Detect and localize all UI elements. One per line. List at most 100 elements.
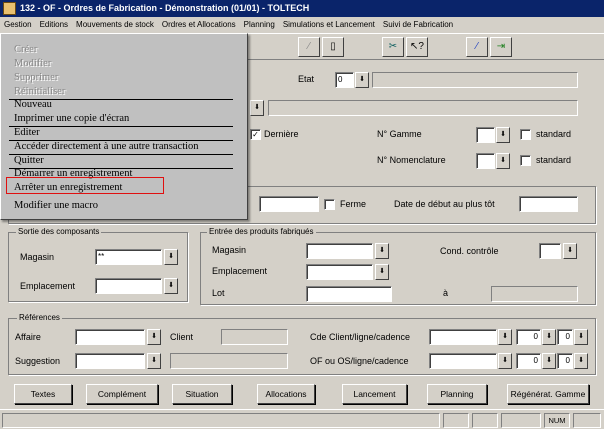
cond-controle-field[interactable] xyxy=(539,243,561,259)
ref-description xyxy=(268,100,578,116)
wand-icon[interactable]: ⁄ xyxy=(466,37,488,57)
cde-dropdown-icon[interactable]: ⬇ xyxy=(498,329,512,345)
menu-item-acceder[interactable]: Accéder directement à une autre transact… xyxy=(14,140,199,153)
references-title: Références xyxy=(17,313,62,322)
affaire-field[interactable] xyxy=(75,329,145,345)
derniere-checkbox[interactable]: ✓ xyxy=(250,129,261,140)
debut-label: Date de début au plus tôt xyxy=(394,199,495,209)
sortie-magasin-field[interactable]: ** xyxy=(95,249,162,265)
cde-field[interactable] xyxy=(429,329,497,345)
sortie-magasin-dropdown-icon[interactable]: ⬇ xyxy=(164,249,178,265)
nomenclature-label: N° Nomenclature xyxy=(377,155,446,165)
status-cell-2 xyxy=(472,413,498,428)
menu-simulations[interactable]: Simulations et Lancement xyxy=(279,17,379,32)
ref-dropdown-icon[interactable]: ⬇ xyxy=(250,100,264,116)
etat-label: Etat xyxy=(298,74,315,84)
situation-button[interactable]: Situation xyxy=(172,384,232,404)
window-title: 132 - OF - Ordres de Fabrication - Démon… xyxy=(20,3,310,13)
lot-field[interactable] xyxy=(306,286,392,302)
status-cell-5 xyxy=(573,413,601,428)
exit-door-icon[interactable]: ⇥ xyxy=(490,37,512,57)
menu-bar: Gestion Editions Mouvements de stock Ord… xyxy=(0,17,604,32)
allocations-button[interactable]: Allocations xyxy=(257,384,315,404)
sortie-emplacement-label: Emplacement xyxy=(20,281,76,291)
client-label: Client xyxy=(170,332,194,342)
menu-ordres-allocations[interactable]: Ordres et Allocations xyxy=(158,17,240,32)
of-line-dropdown-icon[interactable]: ⬇ xyxy=(542,353,556,369)
sortie-magasin-label: Magasin xyxy=(20,252,55,262)
menu-separator xyxy=(9,126,233,127)
menu-item-modifier: Modifier xyxy=(14,58,52,69)
gamme-standard-checkbox[interactable] xyxy=(520,129,531,140)
entree-emplacement-label: Emplacement xyxy=(212,266,268,276)
app-icon xyxy=(3,2,16,15)
status-cell-1 xyxy=(443,413,469,428)
title-bar: 132 - OF - Ordres de Fabrication - Démon… xyxy=(0,0,604,17)
of-label: OF ou OS/ligne/cadence xyxy=(310,356,409,366)
menu-item-arreter[interactable]: Arrêter un enregistrement xyxy=(14,181,122,194)
context-menu: Créer Modifier Supprimer Réinitialiser N… xyxy=(0,33,248,220)
menu-editions[interactable]: Editions xyxy=(36,17,72,32)
cde-cad-dropdown-icon[interactable]: ⬇ xyxy=(574,329,588,345)
menu-planning[interactable]: Planning xyxy=(240,17,279,32)
menu-item-editer[interactable]: Editer xyxy=(14,126,40,139)
complement-button[interactable]: Complément xyxy=(86,384,158,404)
debut-field[interactable] xyxy=(519,196,578,212)
nomenclature-standard-label: standard xyxy=(536,155,572,165)
sortie-emplacement-dropdown-icon[interactable]: ⬇ xyxy=(164,278,178,294)
of-field[interactable] xyxy=(429,353,497,369)
menu-item-quitter[interactable]: Quitter xyxy=(14,154,44,167)
of-cad-field[interactable]: 0 xyxy=(557,353,573,369)
gamme-label: N° Gamme xyxy=(377,129,422,139)
nomenclature-field[interactable] xyxy=(476,153,495,169)
affaire-dropdown-icon[interactable]: ⬇ xyxy=(147,329,161,345)
ferme-checkbox[interactable] xyxy=(324,199,335,210)
suggestion-label: Suggestion xyxy=(15,356,61,366)
gamme-dropdown-icon[interactable]: ⬇ xyxy=(496,127,510,143)
cde-cad-field[interactable]: 0 xyxy=(557,329,573,345)
of-line-field[interactable]: 0 xyxy=(516,353,541,369)
client-field xyxy=(221,329,288,345)
of-dropdown-icon[interactable]: ⬇ xyxy=(498,353,512,369)
cde-line-dropdown-icon[interactable]: ⬇ xyxy=(542,329,556,345)
menu-item-reinitialiser: Réinitialiser xyxy=(14,86,66,97)
lancement-button[interactable]: Lancement xyxy=(342,384,407,404)
entree-emplacement-dropdown-icon[interactable]: ⬇ xyxy=(375,264,389,280)
menu-suivi-fabrication[interactable]: Suivi de Fabrication xyxy=(379,17,457,32)
etat-dropdown-icon[interactable]: ⬇ xyxy=(355,72,369,88)
sortie-emplacement-field[interactable] xyxy=(95,278,162,294)
of-cad-dropdown-icon[interactable]: ⬇ xyxy=(574,353,588,369)
cde-line-field[interactable]: 0 xyxy=(516,329,541,345)
new-page-icon[interactable]: ▯ xyxy=(322,37,344,57)
nomenclature-standard-checkbox[interactable] xyxy=(520,155,531,166)
tools-icon[interactable]: ✂ xyxy=(382,37,404,57)
help-pointer-icon[interactable]: ↖? xyxy=(406,37,428,57)
entree-emplacement-field[interactable] xyxy=(306,264,373,280)
entree-magasin-field[interactable] xyxy=(306,243,373,259)
gamme-standard-label: standard xyxy=(536,129,572,139)
entree-magasin-dropdown-icon[interactable]: ⬇ xyxy=(375,243,389,259)
etat-field[interactable]: 0 xyxy=(335,72,354,88)
menu-mouvements-stock[interactable]: Mouvements de stock xyxy=(72,17,158,32)
edit-pencil-icon[interactable]: ⁄ xyxy=(298,37,320,57)
suggestion-dropdown-icon[interactable]: ⬇ xyxy=(147,353,161,369)
menu-item-modifier-macro[interactable]: Modifier une macro xyxy=(14,199,98,212)
textes-button[interactable]: Textes xyxy=(14,384,72,404)
regenerat-gamme-button[interactable]: Régénérat. Gamme xyxy=(507,384,589,404)
planning-button[interactable]: Planning xyxy=(427,384,487,404)
cond-controle-dropdown-icon[interactable]: ⬇ xyxy=(563,243,577,259)
entree-magasin-label: Magasin xyxy=(212,245,247,255)
affaire-label: Affaire xyxy=(15,332,41,342)
suggestion-field[interactable] xyxy=(75,353,145,369)
menu-item-nouveau[interactable]: Nouveau xyxy=(14,98,52,111)
ferme-label: Ferme xyxy=(340,199,367,209)
nomenclature-dropdown-icon[interactable]: ⬇ xyxy=(496,153,510,169)
cde-label: Cde Client/ligne/cadence xyxy=(310,332,411,342)
derniere-label: Dernière xyxy=(264,129,299,139)
suggestion-description xyxy=(170,353,288,369)
date-field[interactable] xyxy=(259,196,319,212)
menu-gestion[interactable]: Gestion xyxy=(0,17,36,32)
gamme-field[interactable] xyxy=(476,127,495,143)
menu-item-imprimer[interactable]: Imprimer une copie d'écran xyxy=(14,112,129,125)
status-bar: NUM xyxy=(0,409,604,429)
